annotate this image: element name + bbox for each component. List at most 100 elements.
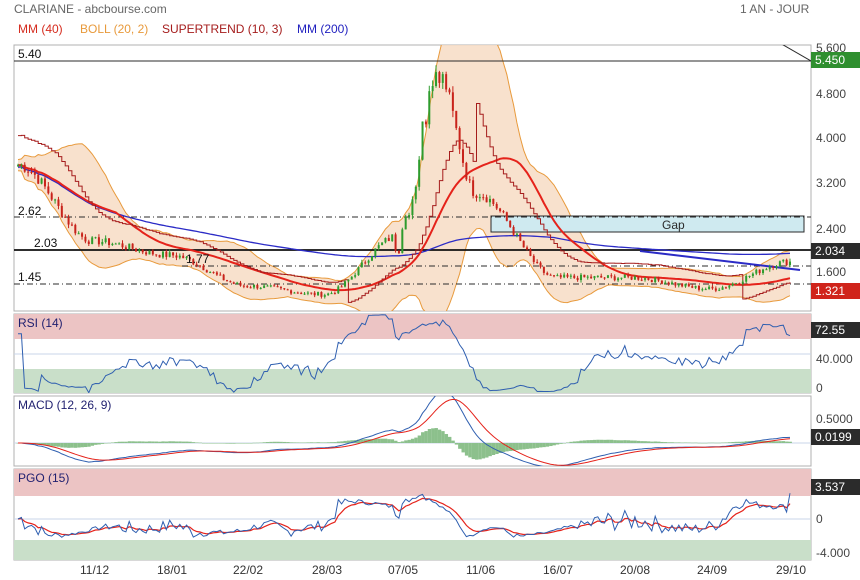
macd-histogram-bar [238,443,243,444]
candle [519,232,522,242]
pgo-tick-minus4: -4.000 [816,546,850,560]
macd-histogram-bar [80,443,84,448]
candle-body [131,243,134,249]
candle-body [67,217,70,225]
candle-body [758,269,761,274]
macd-histogram-bar [734,441,738,443]
price-tick-3200: 3.200 [816,176,846,190]
candle-body [269,285,272,287]
macd-histogram-bar [404,440,408,443]
candle-body [610,275,613,277]
candle-body [640,279,643,281]
macd-histogram-bar [640,441,644,443]
candle-body [229,281,232,283]
x-label-7: 16/07 [543,563,573,577]
macd-histogram-bar [532,443,536,449]
candle-body [650,279,653,283]
candle [357,266,360,276]
candle-body [33,172,36,175]
macd-histogram-bar [609,439,614,443]
candle-body [273,285,276,287]
candle-body [623,274,626,278]
macd-histogram-bar [417,435,422,443]
candle-body [465,162,468,180]
macd-histogram-bar [582,440,587,443]
candle [317,291,320,296]
candle-body [630,276,633,280]
candle-body [337,286,340,294]
macd-histogram-bar [323,442,327,443]
macd-histogram-bar [144,441,149,443]
macd-histogram-bar [454,443,459,445]
macd-histogram-bar [198,442,202,444]
candle-body [633,276,636,280]
candle-body [370,256,373,261]
candle-body [158,254,161,258]
macd-histogram-bar [464,443,469,456]
macd-histogram-bar [441,431,445,443]
macd-tick-05: 0.5000 [816,412,853,426]
candle-body [300,292,303,295]
macd-histogram-bar [63,443,68,448]
macd-histogram-bar [636,440,641,443]
macd-histogram-bar [121,441,125,443]
candle-body [283,288,286,290]
macd-histogram-bar [414,437,418,443]
candle-body [47,186,50,194]
candle-body [134,248,137,252]
stock-chart: Gap 5.40 2.62 2.03 1.77 1.45 CLARIANE - … [13,2,860,577]
macd-histogram-bar [309,442,314,443]
macd-histogram-bar [421,432,425,443]
candle-body [751,273,754,276]
x-label-8: 20/08 [620,563,650,577]
macd-histogram-bar [650,441,654,443]
macd-histogram-bar [134,441,138,443]
macd-histogram-bar [110,442,115,443]
candle-body [681,283,684,287]
chart-stage: Gap 5.40 2.62 2.03 1.77 1.45 CLARIANE - … [0,0,860,580]
macd-histogram-bar [205,443,209,444]
candle-body [738,283,741,285]
candle-body [529,249,532,256]
candle-body [654,277,657,283]
macd-histogram-bar [336,441,341,443]
candle-body [549,274,552,276]
candle-body [741,281,744,284]
candle [606,274,609,279]
macd-histogram-bar [431,428,435,443]
candle-body [293,292,296,294]
candle-body [236,282,239,284]
macd-histogram-bar [397,442,401,443]
macd-histogram-bar [225,443,229,444]
candle-body [748,275,751,277]
macd-histogram-bar [104,443,108,444]
candle-body [559,275,562,278]
macd-histogram-bar [566,442,570,443]
candle-body [579,274,582,281]
candle [455,110,458,131]
macd-value: 0.0199 [815,430,852,444]
candle-body [414,186,417,200]
candle-body [148,250,151,255]
macd-histogram-bar [683,442,688,443]
candle-body [50,193,53,200]
macd-histogram-bar [181,441,186,443]
macd-histogram-bar [710,442,715,444]
candle-body [168,252,171,257]
candle [522,240,525,248]
macd-histogram-bar [178,441,182,443]
candle-body [772,266,775,268]
candle-body [573,275,576,278]
candle-body [84,236,87,242]
period-label: 1 AN - JOUR [740,2,810,16]
macd-histogram-bar [90,443,95,446]
macd-histogram-bar [340,441,344,443]
macd-histogram-bar [667,442,671,443]
macd-histogram-bar [218,443,223,444]
candle-body [215,272,218,275]
macd-histogram-bar [279,441,283,443]
macd-histogram-bar [286,442,290,443]
macd-histogram-bar [185,441,189,443]
candle-body [765,269,768,271]
candle-body [357,267,360,276]
